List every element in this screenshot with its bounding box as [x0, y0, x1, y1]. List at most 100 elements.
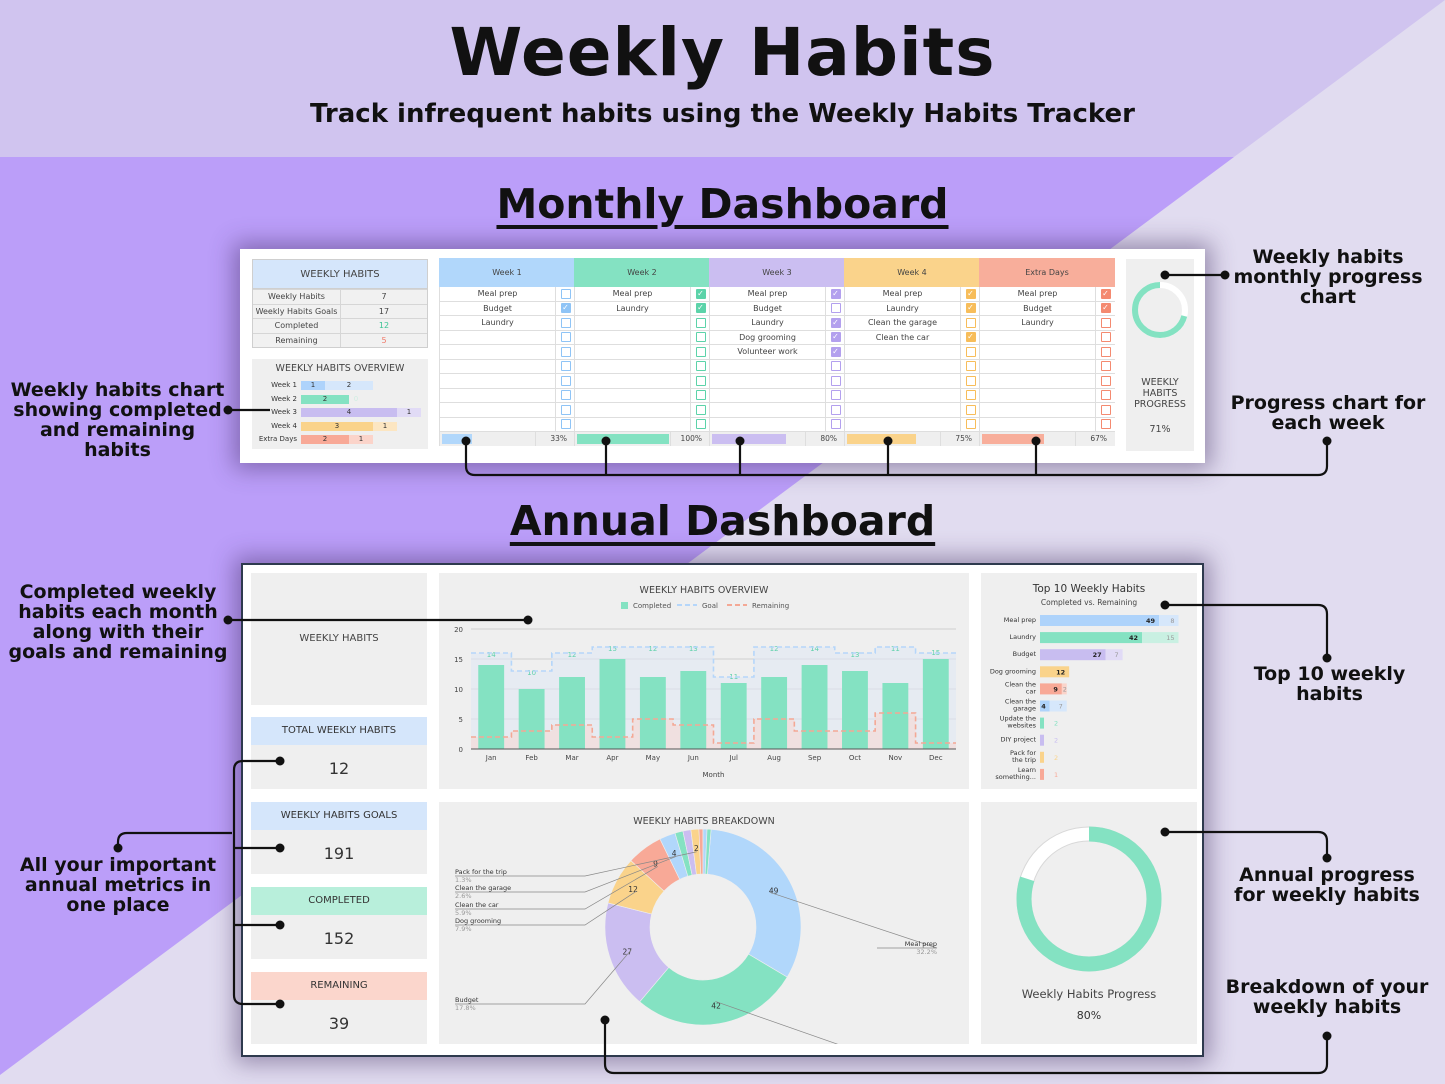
- slice-value-label: 27: [623, 947, 633, 956]
- kpi-label: TOTAL WEEKLY HABITS: [251, 717, 427, 745]
- overview-completed-bar: 2: [301, 394, 349, 404]
- habit-row: [574, 316, 710, 331]
- habit-checkbox[interactable]: [695, 375, 706, 386]
- kpi-card: REMAINING 39: [251, 972, 427, 1044]
- habit-checkbox[interactable]: [965, 375, 976, 386]
- top10-remaining-value: 2: [1054, 754, 1058, 762]
- overview-remaining-bar: 2: [325, 381, 373, 390]
- habit-row: Laundry ✓: [844, 301, 980, 316]
- habit-checkbox[interactable]: [1100, 317, 1111, 328]
- habit-checkbox[interactable]: [830, 361, 841, 372]
- habit-checkbox[interactable]: [560, 288, 571, 299]
- habit-checkbox[interactable]: ✓: [1100, 303, 1111, 314]
- habit-checkbox[interactable]: [695, 361, 706, 372]
- habit-checkbox[interactable]: [1100, 332, 1111, 343]
- habit-checkbox[interactable]: [830, 375, 841, 386]
- habit-row: [709, 417, 845, 432]
- overview-row-label: Week 3: [271, 408, 297, 416]
- x-tick-label: Jan: [485, 754, 497, 762]
- habit-name: [440, 418, 555, 432]
- habit-checkbox[interactable]: [695, 346, 706, 357]
- week-progress-value: 75%: [955, 434, 972, 443]
- bar-completed-sep: [801, 665, 828, 749]
- habit-checkbox[interactable]: [1100, 404, 1111, 415]
- habit-checkbox[interactable]: [560, 390, 571, 401]
- habit-checkbox[interactable]: ✓: [560, 303, 571, 314]
- habit-name: [440, 374, 555, 388]
- habit-checkbox[interactable]: [1100, 375, 1111, 386]
- habit-name: Budget: [1023, 303, 1052, 313]
- habit-row: [574, 330, 710, 345]
- habit-row: [844, 403, 980, 418]
- habit-checkbox[interactable]: [1100, 346, 1111, 357]
- habit-checkbox[interactable]: ✓: [830, 332, 841, 343]
- week-column: Week 3 Meal prep ✓ Budget Laundry ✓ Dog groomi…: [709, 258, 845, 448]
- habit-checkbox[interactable]: [695, 317, 706, 328]
- habit-checkbox[interactable]: ✓: [965, 303, 976, 314]
- habit-row: Meal prep: [439, 287, 575, 302]
- habit-checkbox[interactable]: [965, 404, 976, 415]
- habit-checkbox[interactable]: [695, 332, 706, 343]
- habit-checkbox[interactable]: [830, 404, 841, 415]
- habit-checkbox[interactable]: ✓: [830, 317, 841, 328]
- summary-row: Completed 12: [253, 318, 427, 333]
- habit-row: [979, 345, 1115, 360]
- habit-checkbox[interactable]: [1100, 390, 1111, 401]
- habit-checkbox[interactable]: [965, 390, 976, 401]
- slice-pct-label: 17.8%: [455, 1004, 476, 1012]
- week-progress-bar: [712, 434, 786, 444]
- habit-name: Meal prep: [612, 289, 653, 298]
- habit-row: [439, 403, 575, 418]
- habit-checkbox[interactable]: ✓: [695, 288, 706, 299]
- week-header: Week 3: [709, 258, 845, 287]
- habit-checkbox[interactable]: [695, 419, 706, 430]
- habit-checkbox[interactable]: [830, 390, 841, 401]
- habit-checkbox[interactable]: [830, 303, 841, 314]
- habit-checkbox[interactable]: ✓: [830, 346, 841, 357]
- habit-checkbox[interactable]: [695, 390, 706, 401]
- top10-remaining-value: 15: [1166, 634, 1174, 642]
- top10-remaining-value: 2: [1063, 685, 1067, 693]
- habit-checkbox[interactable]: [830, 419, 841, 430]
- week-progress-value: 80%: [820, 434, 837, 443]
- habit-checkbox[interactable]: [695, 404, 706, 415]
- habit-checkbox[interactable]: [965, 361, 976, 372]
- habit-checkbox[interactable]: [1100, 419, 1111, 430]
- habit-checkbox[interactable]: [560, 419, 571, 430]
- kpi-label: WEEKLY HABITS GOALS: [251, 802, 427, 830]
- annual-progress-card: Weekly Habits Progress 80%: [981, 802, 1197, 1044]
- overview-completed-bar: 2: [301, 435, 349, 444]
- habit-checkbox[interactable]: [965, 346, 976, 357]
- habit-checkbox[interactable]: ✓: [965, 288, 976, 299]
- habit-checkbox[interactable]: [560, 332, 571, 343]
- habit-checkbox[interactable]: [560, 346, 571, 357]
- top10-completed-bar: [1040, 717, 1044, 729]
- habit-checkbox[interactable]: [560, 317, 571, 328]
- weekly-habits-overview-chart: WEEKLY HABITS OVERVIEW Week 1 1 2 Week 220W…: [252, 359, 428, 449]
- overview-row: Week 1 12: [252, 381, 428, 390]
- habit-checkbox[interactable]: ✓: [695, 303, 706, 314]
- habit-checkbox[interactable]: [1100, 361, 1111, 372]
- bar-completed-jun: [680, 671, 707, 749]
- habit-checkbox[interactable]: [560, 361, 571, 372]
- habit-checkbox[interactable]: [560, 404, 571, 415]
- habit-checkbox[interactable]: ✓: [965, 332, 976, 343]
- slice-pct-label: 7.9%: [455, 925, 472, 933]
- legend-label: Remaining: [752, 602, 789, 610]
- week-header: Week 2: [574, 258, 710, 287]
- habit-name: [980, 360, 1095, 374]
- habit-row: [844, 359, 980, 374]
- kpi-card: TOTAL WEEKLY HABITS 12: [251, 717, 427, 789]
- slice-value-label: 49: [769, 887, 779, 896]
- habit-row: Budget ✓: [439, 301, 575, 316]
- habit-row: [979, 374, 1115, 389]
- habit-name: [710, 389, 825, 403]
- habit-row: [709, 359, 845, 374]
- habit-checkbox[interactable]: [965, 419, 976, 430]
- overview-completed-bar: 4: [301, 408, 397, 417]
- habit-checkbox[interactable]: ✓: [830, 288, 841, 299]
- legend-label: Goal: [702, 602, 718, 610]
- habit-checkbox[interactable]: ✓: [1100, 288, 1111, 299]
- habit-checkbox[interactable]: [560, 375, 571, 386]
- habit-checkbox[interactable]: [965, 317, 976, 328]
